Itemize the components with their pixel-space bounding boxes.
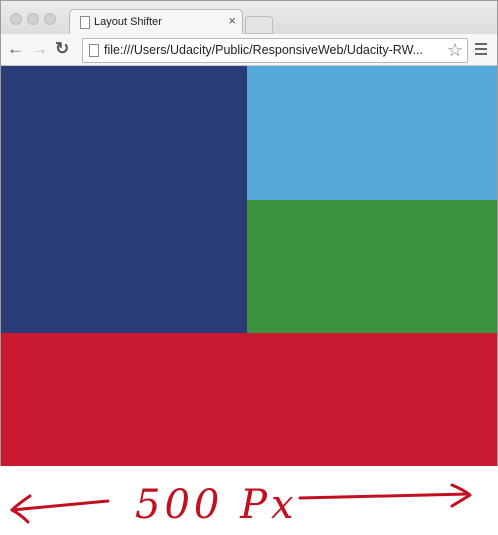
- back-icon[interactable]: ←: [7, 39, 24, 59]
- annotation-drawing: 500 Px: [10, 482, 472, 528]
- box-light-blue: [247, 66, 497, 200]
- width-annotation: 500 Px: [0, 470, 498, 530]
- browser-window: Layout Shifter × ← → ↻ file:///Users/Uda…: [0, 0, 498, 466]
- menu-icon[interactable]: [475, 43, 487, 55]
- close-window-dot[interactable]: [10, 13, 22, 25]
- tab-strip: Layout Shifter ×: [1, 1, 497, 35]
- right-arrow: [298, 492, 470, 500]
- left-arrow: [10, 499, 110, 512]
- tab-layout-shifter[interactable]: Layout Shifter ×: [69, 9, 243, 35]
- page-icon: [89, 44, 99, 57]
- browser-toolbar: ← → ↻ file:///Users/Udacity/Public/Respo…: [1, 34, 497, 66]
- annotation-label: 500 Px: [135, 482, 298, 528]
- page-icon: [80, 16, 90, 29]
- forward-icon[interactable]: →: [31, 39, 48, 59]
- url-text[interactable]: file:///Users/Udacity/Public/ResponsiveW…: [104, 43, 434, 57]
- box-red: [1, 333, 497, 466]
- tab-title: Layout Shifter: [94, 16, 162, 28]
- minimize-window-dot[interactable]: [27, 13, 39, 25]
- zoom-window-dot[interactable]: [44, 13, 56, 25]
- star-icon[interactable]: ☆: [447, 39, 463, 61]
- box-dark-blue: [1, 66, 247, 333]
- close-icon[interactable]: ×: [228, 13, 236, 29]
- address-bar[interactable]: file:///Users/Udacity/Public/ResponsiveW…: [82, 38, 468, 63]
- page-viewport: [1, 66, 497, 466]
- reload-icon[interactable]: ↻: [55, 39, 69, 59]
- box-green: [247, 200, 497, 333]
- new-tab-button[interactable]: [245, 16, 273, 34]
